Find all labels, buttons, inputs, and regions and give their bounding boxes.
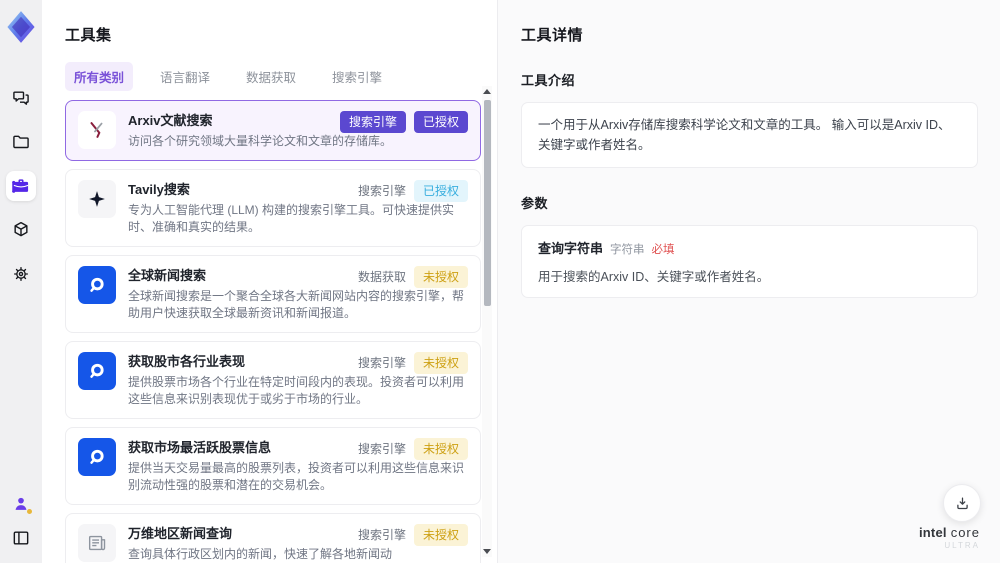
tool-description: 专为人工智能代理 (LLM) 构建的搜索引擎工具。可快速提供实时、准确和真实的结… bbox=[128, 203, 455, 234]
tool-description: 提供当天交易量最高的股票列表，投资者可以利用这些信息来识别流动性强的股票和潜在的… bbox=[128, 461, 465, 492]
tool-tags: 搜索引擎 已授权 bbox=[358, 180, 468, 202]
tool-auth-badge: 未授权 bbox=[413, 438, 468, 460]
app-logo bbox=[4, 8, 38, 46]
tool-icon bbox=[78, 352, 116, 390]
tool-list-item[interactable]: 获取市场最活跃股票信息 提供当天交易量最高的股票列表，投资者可以利用这些信息来识… bbox=[65, 427, 481, 505]
left-rail bbox=[0, 0, 42, 563]
scrollbar-up-arrow-icon[interactable] bbox=[483, 89, 491, 94]
briefcase-icon bbox=[12, 179, 29, 193]
sidebar-item-toolbox[interactable] bbox=[6, 171, 36, 201]
tool-auth-badge: 已授权 bbox=[413, 111, 468, 133]
tools-panel: 工具集 所有类别 语言翻译 数据获取 搜索引擎 Arxiv文献搜索 访问各个研究领域大… bbox=[42, 0, 497, 563]
cube-icon bbox=[14, 221, 28, 237]
split-panel-icon bbox=[13, 531, 29, 545]
tool-list-item[interactable]: 获取股市各行业表现 提供股票市场各个行业在特定时间段内的表现。投资者可以利用这些… bbox=[65, 341, 481, 419]
tool-description: 查询具体行政区划内的新闻，快速了解各地新闻动 bbox=[128, 547, 393, 561]
brand-intel: intel bbox=[918, 525, 947, 540]
folder-icon bbox=[13, 135, 29, 149]
category-tab[interactable]: 数据获取 bbox=[237, 62, 305, 91]
scrollbar-down-arrow-icon[interactable] bbox=[483, 549, 491, 554]
tool-icon bbox=[78, 111, 116, 149]
tool-list: Arxiv文献搜索 访问各个研究领域大量科学论文和文章的存储库。 搜索引擎 已授… bbox=[65, 100, 481, 563]
gem-logo-icon bbox=[7, 11, 35, 43]
intro-text: 一个用于从Arxiv存储库搜索科学论文和文章的工具。 输入可以是Arxiv ID… bbox=[538, 118, 951, 152]
tool-category-badge: 搜索引擎 bbox=[339, 111, 406, 133]
param-name: 查询字符串 bbox=[538, 241, 604, 256]
sidebar-item-account[interactable] bbox=[6, 489, 36, 519]
sidebar-item-packages[interactable] bbox=[6, 215, 36, 245]
category-tab[interactable]: 语言翻译 bbox=[151, 62, 219, 91]
param-required-badge: 必填 bbox=[651, 244, 675, 256]
download-button[interactable] bbox=[943, 484, 981, 522]
tool-description: 访问各个研究领域大量科学论文和文章的存储库。 bbox=[128, 134, 393, 148]
tool-list-item[interactable]: 全球新闻搜索 全球新闻搜索是一个聚合全球各大新闻网站内容的搜索引擎，帮助用户快速… bbox=[65, 255, 481, 333]
list-scrollbar[interactable] bbox=[482, 86, 492, 557]
brand-core: core bbox=[950, 525, 980, 540]
download-icon bbox=[956, 497, 968, 509]
tool-list-item[interactable]: Arxiv文献搜索 访问各个研究领域大量科学论文和文章的存储库。 搜索引擎 已授… bbox=[65, 100, 481, 161]
page-title: 工具集 bbox=[65, 27, 112, 44]
tool-category-badge: 搜索引擎 bbox=[357, 442, 406, 456]
tool-tags: 搜索引擎 未授权 bbox=[358, 524, 468, 546]
tool-category-badge: 数据获取 bbox=[357, 270, 406, 284]
sidebar-item-files[interactable] bbox=[6, 127, 36, 157]
param-description: 用于搜索的Arxiv ID、关键字或作者姓名。 bbox=[538, 270, 770, 284]
tool-tags: 搜索引擎 未授权 bbox=[358, 438, 468, 460]
tool-icon bbox=[78, 438, 116, 476]
tool-auth-badge: 未授权 bbox=[413, 352, 468, 374]
tool-description: 提供股票市场各个行业在特定时间段内的表现。投资者可以利用这些信息来识别表现优于或… bbox=[128, 375, 465, 406]
tool-auth-badge: 未授权 bbox=[413, 266, 468, 288]
brand-sub: ULTRA bbox=[944, 541, 980, 550]
param-type: 字符串 bbox=[610, 244, 645, 256]
category-tab[interactable]: 所有类别 bbox=[65, 62, 134, 91]
tool-icon bbox=[78, 524, 116, 562]
tool-category-badge: 搜索引擎 bbox=[357, 356, 406, 370]
param-list: 查询字符串 字符串 必填 用于搜索的Arxiv ID、关键字或作者姓名。 bbox=[521, 225, 978, 298]
tool-list-item[interactable]: Tavily搜索 专为人工智能代理 (LLM) 构建的搜索引擎工具。可快速提供实… bbox=[65, 169, 481, 247]
tool-tags: 数据获取 未授权 bbox=[358, 266, 468, 288]
tool-tags: 搜索引擎 已授权 bbox=[339, 111, 468, 133]
tool-description: 全球新闻搜索是一个聚合全球各大新闻网站内容的搜索引擎，帮助用户快速获取全球最新资… bbox=[128, 289, 465, 320]
tool-list-item[interactable]: 万维地区新闻查询 查询具体行政区划内的新闻，快速了解各地新闻动 搜索引擎 未授权 bbox=[65, 513, 481, 563]
params-heading: 参数 bbox=[521, 196, 549, 211]
intel-core-logo: intel core ULTRA bbox=[919, 525, 980, 550]
scrollbar-thumb[interactable] bbox=[483, 100, 491, 306]
status-dot bbox=[27, 509, 32, 514]
tool-auth-badge: 未授权 bbox=[413, 524, 468, 546]
tool-tags: 搜索引擎 未授权 bbox=[358, 352, 468, 374]
sidebar-item-settings[interactable] bbox=[6, 259, 36, 289]
param-head: 查询字符串 字符串 必填 bbox=[538, 238, 961, 257]
detail-title: 工具详情 bbox=[521, 27, 584, 44]
tool-icon bbox=[78, 266, 116, 304]
sidebar-item-chat[interactable] bbox=[6, 83, 36, 113]
category-tabs: 所有类别 语言翻译 数据获取 搜索引擎 bbox=[65, 62, 497, 91]
param-card: 查询字符串 字符串 必填 用于搜索的Arxiv ID、关键字或作者姓名。 bbox=[521, 225, 978, 298]
tool-detail-panel: 工具详情 工具介绍 一个用于从Arxiv存储库搜索科学论文和文章的工具。 输入可… bbox=[497, 0, 1000, 563]
chat-icon bbox=[13, 91, 29, 105]
gear-icon bbox=[14, 267, 29, 281]
tool-auth-badge: 已授权 bbox=[413, 180, 468, 202]
intro-heading: 工具介绍 bbox=[521, 73, 576, 88]
tool-category-badge: 搜索引擎 bbox=[357, 528, 406, 542]
tool-category-badge: 搜索引擎 bbox=[357, 184, 406, 198]
tool-icon bbox=[78, 180, 116, 218]
category-tab[interactable]: 搜索引擎 bbox=[323, 62, 391, 91]
intro-card: 一个用于从Arxiv存储库搜索科学论文和文章的工具。 输入可以是Arxiv ID… bbox=[521, 102, 978, 168]
sidebar-item-collapse-panel[interactable] bbox=[6, 523, 36, 553]
